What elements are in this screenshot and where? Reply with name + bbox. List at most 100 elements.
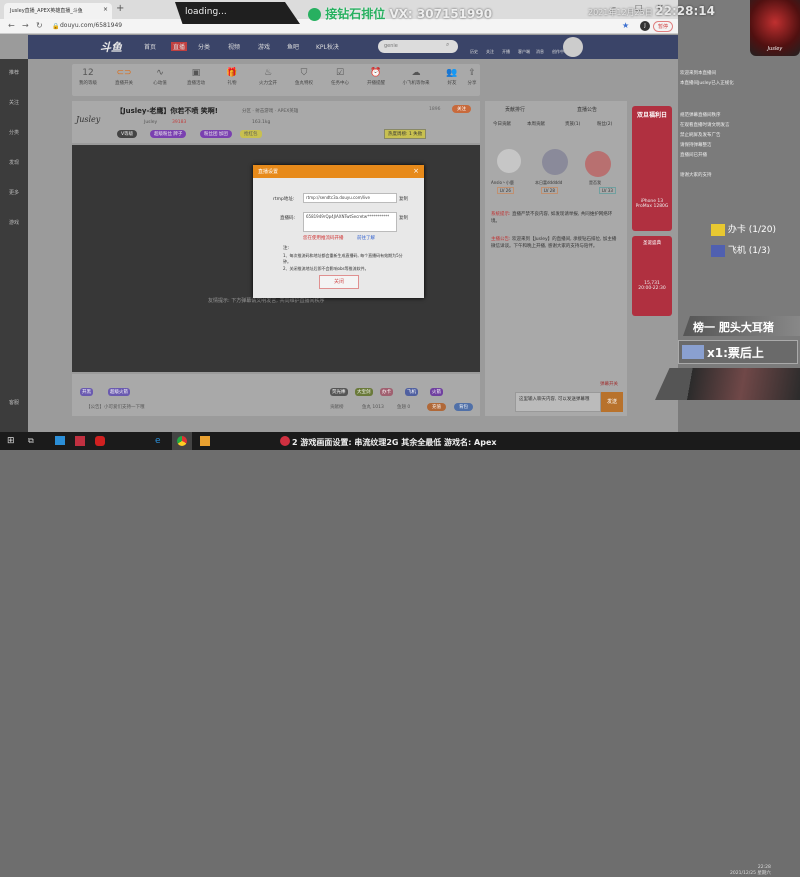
gift-item[interactable]: 火箭 bbox=[430, 388, 443, 396]
nav-item[interactable]: 鱼吧 bbox=[287, 42, 299, 51]
sidebar-item[interactable]: 客服 bbox=[2, 399, 26, 406]
stat[interactable]: 贡献榜 bbox=[330, 404, 344, 410]
tool-item[interactable]: ∿ 心动值 bbox=[144, 68, 176, 86]
rank-avatar[interactable] bbox=[542, 149, 568, 175]
app-icon[interactable] bbox=[75, 436, 85, 446]
app-icon[interactable] bbox=[95, 436, 105, 446]
nav-broadcast[interactable]: 开播 bbox=[502, 49, 510, 55]
url-input[interactable]: douyu.com/6581949 bbox=[60, 22, 122, 29]
rank-name: 本日富dddddd bbox=[535, 180, 563, 185]
gift-item[interactable]: 大宝剑 bbox=[355, 388, 373, 396]
user-avatar[interactable] bbox=[563, 37, 583, 57]
badge[interactable]: V等级 bbox=[117, 130, 138, 138]
rank-avatar[interactable] bbox=[497, 149, 521, 173]
explorer-icon[interactable] bbox=[55, 436, 65, 445]
tray-clock[interactable]: 22:28 2021/12/25 星期六 bbox=[730, 865, 771, 877]
rank-level: LV 26 bbox=[497, 187, 514, 194]
follow-button[interactable]: 关注 bbox=[452, 105, 471, 113]
close-icon[interactable]: × bbox=[413, 167, 419, 175]
sidebar-item[interactable]: 游戏 bbox=[2, 219, 26, 226]
nav-history[interactable]: 历史 bbox=[470, 49, 478, 55]
weight-value: 163.1kg bbox=[252, 120, 271, 125]
netease-icon[interactable] bbox=[280, 436, 290, 446]
sidebar-item[interactable]: 推荐 bbox=[2, 69, 26, 76]
streamer-name[interactable]: Jusley bbox=[144, 120, 157, 125]
event-banner[interactable]: 圣诞盛典 15,731 20:00-22:30 bbox=[632, 236, 672, 316]
gift-item[interactable]: 超级火箭 bbox=[108, 388, 130, 396]
sidebar-item[interactable]: 分类 bbox=[2, 129, 26, 136]
rank-avatar[interactable] bbox=[585, 151, 611, 177]
copy-key-button[interactable]: 复制 bbox=[399, 215, 408, 221]
profile-avatar[interactable]: J bbox=[640, 21, 650, 31]
tab-today[interactable]: 今日贡献 bbox=[493, 121, 511, 127]
level-widget[interactable]: 12 我的等级 bbox=[72, 68, 104, 86]
search-icon[interactable]: ⌕ bbox=[446, 41, 449, 49]
stream-key-field[interactable]: 6581949rQp4JlAXNTwtSecretw*********** bbox=[303, 212, 397, 232]
gift-item[interactable]: 开黑 bbox=[80, 388, 93, 396]
gift-item[interactable]: 飞机 bbox=[405, 388, 418, 396]
forward-icon[interactable]: → bbox=[22, 21, 29, 30]
sidebar-item[interactable]: 更多 bbox=[2, 189, 26, 196]
tool-item[interactable]: ⛉ 鱼丸特权 bbox=[288, 68, 320, 86]
dialog-title: 直播设置 bbox=[258, 169, 279, 175]
chrome-taskbar-button[interactable] bbox=[172, 432, 192, 450]
learn-more-link[interactable]: 前往了解 bbox=[357, 235, 375, 241]
tab-week[interactable]: 本周贡献 bbox=[527, 121, 545, 127]
paused-button[interactable]: 暂停 bbox=[653, 21, 674, 32]
close-tab-icon[interactable]: × bbox=[103, 6, 108, 13]
sidebar-item[interactable]: 发现 bbox=[2, 159, 26, 166]
backpack-button[interactable]: 背包 bbox=[454, 403, 473, 411]
announcement-heading[interactable]: 直播公告 bbox=[577, 106, 597, 113]
bookmark-star-icon[interactable]: ★ bbox=[622, 21, 629, 30]
nav-messages[interactable]: 消息 bbox=[536, 49, 544, 55]
danmaku-toggle[interactable]: 弹幕开关 bbox=[600, 381, 618, 387]
key-label: 直播码: bbox=[280, 216, 296, 221]
tool-label: 直播开关 bbox=[115, 81, 133, 86]
tool-item[interactable]: ☑ 任务中心 bbox=[324, 68, 356, 86]
tab-fans[interactable]: 粉丝(2) bbox=[597, 121, 612, 127]
tool-item[interactable]: ⇪ 分享 bbox=[462, 68, 482, 86]
note-line: 1、每次推流码和地址都会重新生成直播码, 每个直播码有效期为5分钟。 bbox=[283, 253, 403, 264]
badge[interactable]: 超级粉丝 牌子 bbox=[150, 130, 187, 138]
edge-icon[interactable]: e bbox=[155, 436, 161, 446]
recharge-button[interactable]: 充值 bbox=[427, 403, 446, 411]
nav-item[interactable]: 游戏 bbox=[258, 42, 270, 51]
badge[interactable]: 粉丝团 加团 bbox=[200, 130, 232, 138]
reload-icon[interactable]: ↻ bbox=[36, 21, 43, 30]
rtmp-field[interactable]: rtmp://sendtc3a.douyu.com/live bbox=[303, 193, 397, 203]
nav-item[interactable]: 直播 bbox=[171, 42, 188, 51]
app-icon[interactable] bbox=[200, 436, 210, 446]
browser-tab[interactable]: Jusley直播_APEX英雄直播_斗鱼 × bbox=[4, 3, 112, 19]
contribution-heading[interactable]: 贡献排行 bbox=[505, 106, 525, 113]
gift-item[interactable]: 荧光棒 bbox=[330, 388, 348, 396]
tool-item[interactable]: ⏰ 开播提醒 bbox=[360, 68, 392, 86]
copy-rtmp-button[interactable]: 复制 bbox=[399, 196, 408, 202]
chat-input[interactable]: 这里输入聊天内容, 可以发送弹幕哦 bbox=[515, 392, 601, 412]
promo-banner[interactable]: 双旦福利日 iPhone 13 ProMax 1280G bbox=[632, 106, 672, 231]
tab-nobles[interactable]: 贵族(1) bbox=[565, 121, 580, 127]
close-button[interactable]: 关闭 bbox=[319, 275, 359, 289]
back-icon[interactable]: ← bbox=[8, 21, 15, 30]
task-view-icon[interactable]: ⧉ bbox=[28, 436, 34, 446]
hot-rank-badge[interactable]: 热度周榜: 1 失败 bbox=[384, 129, 427, 139]
room-category[interactable]: 分区 · 射击游戏 · APEX英雄 bbox=[242, 108, 298, 114]
nav-item[interactable]: 分类 bbox=[198, 42, 210, 51]
nav-client[interactable]: 客户端 bbox=[518, 49, 530, 55]
nav-follow[interactable]: 关注 bbox=[486, 49, 494, 55]
windows-start-icon[interactable]: ⊞ bbox=[7, 436, 15, 446]
new-tab-button[interactable]: + bbox=[116, 3, 124, 14]
tool-item[interactable]: ▣ 直播活动 bbox=[180, 68, 212, 86]
tool-item[interactable]: ⊂⊃ 直播开关 bbox=[108, 68, 140, 86]
gift-item[interactable]: 办卡 bbox=[380, 388, 393, 396]
tool-item[interactable]: 🎁 礼物 bbox=[216, 68, 248, 86]
badge[interactable]: 抢红包 bbox=[240, 130, 262, 138]
nav-item[interactable]: 首页 bbox=[144, 42, 156, 51]
tool-item[interactable]: ♨ 火力全开 bbox=[252, 68, 284, 86]
douyu-logo[interactable]: 斗鱼 bbox=[100, 39, 122, 55]
right-panel: 贡献排行 直播公告 今日贡献 本周贡献 贵族(1) 粉丝(2) Anslo丶小鹿… bbox=[485, 101, 627, 416]
nav-item[interactable]: KPL秋决 bbox=[316, 42, 339, 51]
sidebar-item[interactable]: 关注 bbox=[2, 99, 26, 106]
nav-item[interactable]: 视频 bbox=[228, 42, 240, 51]
tool-item[interactable]: ☁ 小飞机等你来 bbox=[396, 68, 436, 86]
send-button[interactable]: 发送 bbox=[601, 392, 623, 412]
